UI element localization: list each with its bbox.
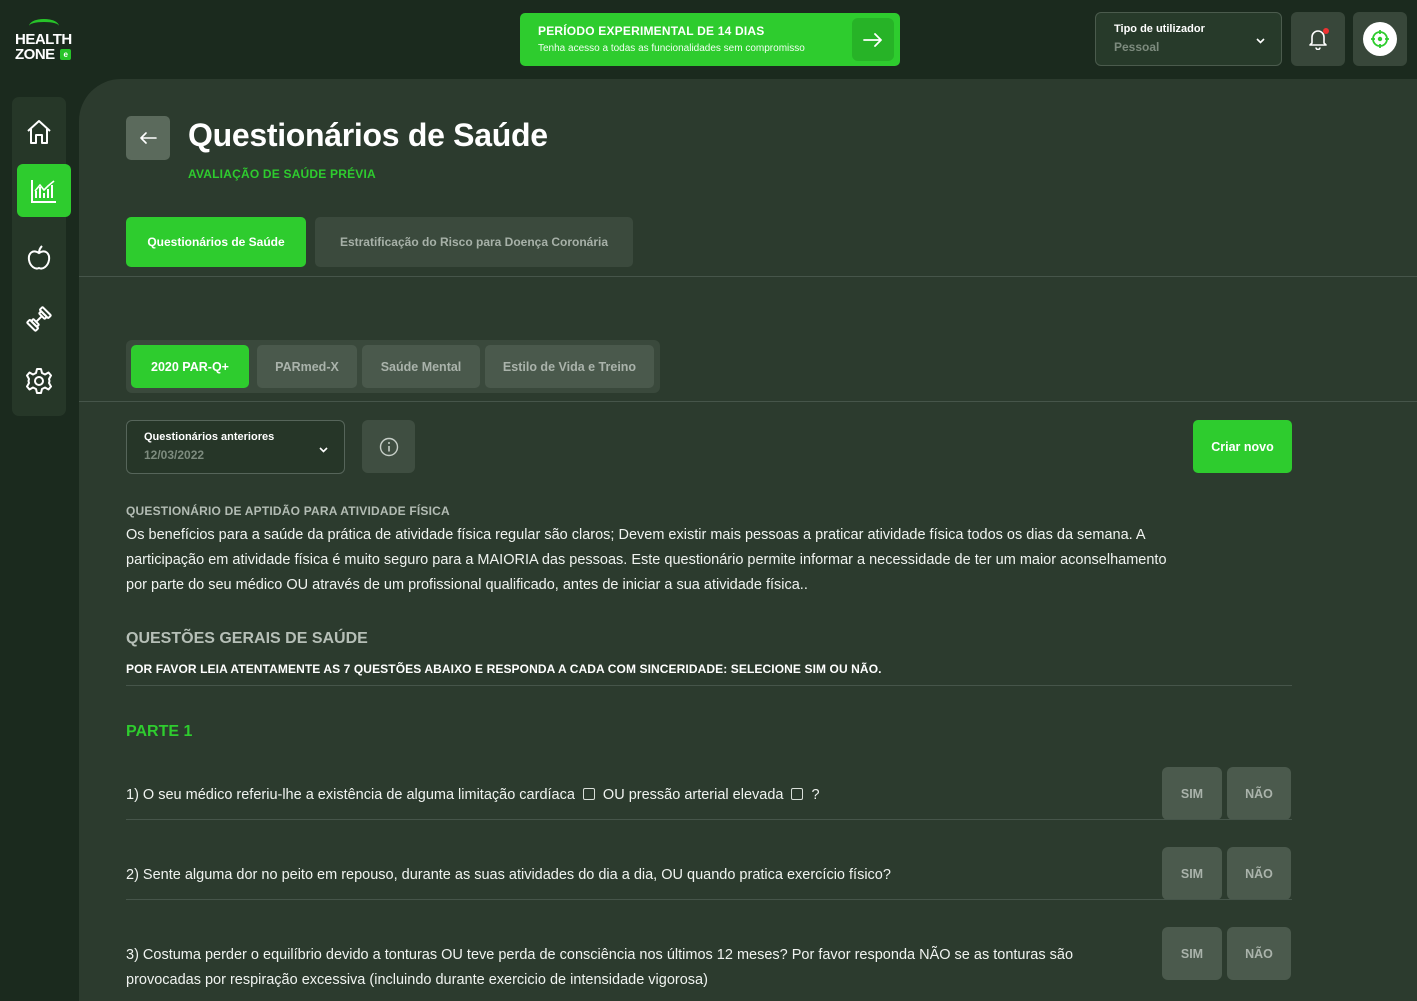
profile-button[interactable] bbox=[1353, 12, 1407, 66]
divider bbox=[126, 899, 1292, 900]
back-button[interactable] bbox=[126, 116, 170, 160]
sidebar-item-nutrition[interactable] bbox=[17, 236, 61, 280]
general-questions-instruction: POR FAVOR LEIA ATENTAMENTE AS 7 QUESTÕES… bbox=[126, 662, 882, 676]
logo-badge: e bbox=[60, 49, 71, 60]
notification-dot bbox=[1323, 28, 1329, 34]
notifications-button[interactable] bbox=[1291, 12, 1345, 66]
sidebar-item-training[interactable] bbox=[17, 297, 61, 341]
question-3-no-button[interactable]: NÃO bbox=[1227, 927, 1291, 980]
sidebar-item-health[interactable] bbox=[17, 164, 71, 217]
part-label: PARTE 1 bbox=[126, 723, 193, 740]
tab-lifestyle-training[interactable]: Estilo de Vida e Treino bbox=[485, 345, 654, 388]
main-panel: Questionários de Saúde AVALIAÇÃO DE SAÚD… bbox=[79, 79, 1417, 1001]
page-subtitle: AVALIAÇÃO DE SAÚDE PRÉVIA bbox=[188, 167, 376, 181]
intro-text: Os benefícios para a saúde da prática de… bbox=[126, 527, 1167, 593]
target-icon bbox=[1371, 30, 1389, 48]
divider bbox=[79, 276, 1417, 277]
chart-icon bbox=[31, 179, 56, 203]
create-new-button[interactable]: Criar novo bbox=[1193, 420, 1292, 473]
page-title: Questionários de Saúde bbox=[188, 117, 548, 153]
tab-mental-health[interactable]: Saúde Mental bbox=[362, 345, 480, 388]
arrow-left-icon bbox=[140, 132, 157, 144]
question-2-no-button[interactable]: NÃO bbox=[1227, 847, 1291, 900]
home-icon bbox=[27, 120, 51, 144]
tab-coronary-risk[interactable]: Estratificação do Risco para Doença Coro… bbox=[315, 217, 633, 267]
cardiac-limitation-checkbox[interactable] bbox=[582, 788, 595, 800]
arrow-right-icon bbox=[863, 32, 882, 47]
previous-questionnaires-label: Questionários anteriores bbox=[144, 431, 275, 443]
question-2-yes-button[interactable]: SIM bbox=[1162, 847, 1222, 900]
user-type-label: Tipo de utilizador bbox=[1114, 23, 1205, 35]
sidebar bbox=[12, 97, 71, 416]
divider bbox=[126, 819, 1292, 820]
question-1-yes-button[interactable]: SIM bbox=[1162, 767, 1222, 820]
question-3-yes-button[interactable]: SIM bbox=[1162, 927, 1222, 980]
trial-subtitle: Tenha acesso a todas as funcionalidades … bbox=[538, 43, 805, 54]
question-1-text-b: OU pressão arterial elevada bbox=[602, 787, 784, 803]
tab-parq[interactable]: 2020 PAR-Q+ bbox=[131, 345, 249, 388]
logo-line-1: HEALTH bbox=[15, 31, 72, 48]
gear-icon bbox=[26, 368, 52, 394]
intro-heading: QUESTIONÁRIO DE APTIDÃO PARA ATIVIDADE F… bbox=[126, 504, 450, 518]
chevron-down-icon bbox=[1256, 38, 1265, 44]
question-1-no-button[interactable]: NÃO bbox=[1227, 767, 1291, 820]
apple-icon bbox=[27, 245, 51, 270]
dumbbell-icon bbox=[26, 306, 52, 332]
previous-questionnaires-select[interactable]: Questionários anteriores 12/03/2022 bbox=[126, 420, 345, 474]
divider bbox=[79, 401, 1417, 402]
logo-line-2: ZONE bbox=[15, 46, 55, 63]
trial-title: PERÍODO EXPERIMENTAL DE 14 DIAS bbox=[538, 24, 765, 38]
user-type-select[interactable]: Tipo de utilizador Pessoal bbox=[1095, 12, 1282, 66]
general-questions-heading: QUESTÕES GERAIS DE SAÚDE bbox=[126, 630, 368, 647]
question-1-text-a: 1) O seu médico referiu-lhe a existência… bbox=[126, 787, 575, 803]
tab-health-questionnaires[interactable]: Questionários de Saúde bbox=[126, 217, 306, 267]
sidebar-item-home[interactable] bbox=[17, 110, 61, 154]
avatar bbox=[1363, 22, 1397, 56]
chevron-down-icon bbox=[319, 447, 328, 453]
info-button[interactable] bbox=[362, 420, 415, 473]
trial-arrow-button[interactable] bbox=[852, 18, 894, 61]
high-blood-pressure-checkbox[interactable] bbox=[791, 788, 804, 800]
info-icon bbox=[379, 437, 398, 456]
trial-banner[interactable]: PERÍODO EXPERIMENTAL DE 14 DIAS Tenha ac… bbox=[520, 13, 900, 66]
questionnaire-tabs: 2020 PAR-Q+ PARmed-X Saúde Mental Estilo… bbox=[126, 340, 660, 393]
previous-questionnaires-value: 12/03/2022 bbox=[144, 448, 205, 462]
question-2: 2) Sente alguma dor no peito em repouso,… bbox=[126, 867, 891, 883]
tab-parmedx[interactable]: PARmed-X bbox=[257, 345, 357, 388]
question-1: 1) O seu médico referiu-lhe a existência… bbox=[126, 783, 1116, 808]
divider bbox=[126, 685, 1292, 686]
question-1-text-c: ? bbox=[811, 787, 820, 803]
healthzone-logo[interactable]: HEALTH ZONE e bbox=[15, 19, 75, 62]
question-3: 3) Costuma perder o equilíbrio devido a … bbox=[126, 947, 1074, 988]
sidebar-item-settings[interactable] bbox=[17, 359, 61, 403]
